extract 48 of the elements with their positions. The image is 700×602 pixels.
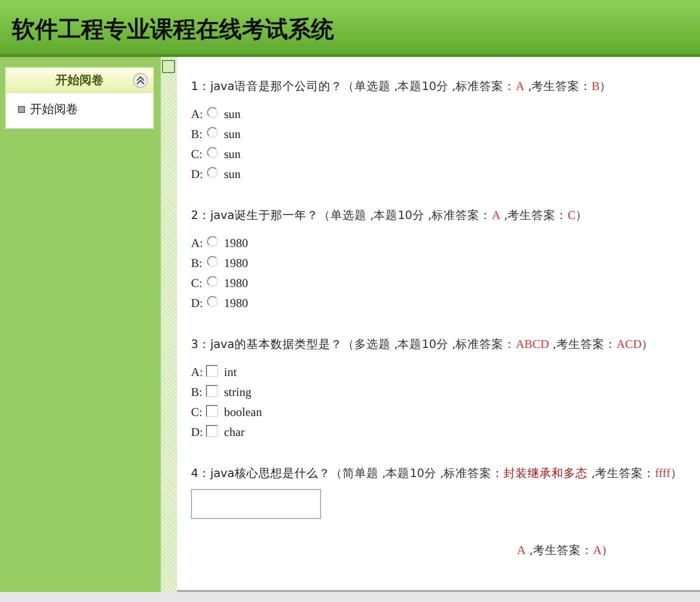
radio-button[interactable]: [207, 106, 218, 118]
option-letter: A:: [191, 106, 204, 122]
question-heading: 2：java诞生于那一年？（单选题 ,本题10分 ,标准答案：A ,考生答案：C）: [191, 207, 589, 223]
option-text: 1980: [224, 256, 248, 270]
option-text: boolean: [224, 404, 262, 420]
option-letter: C:: [191, 276, 204, 290]
option-letter: D:: [191, 424, 204, 440]
radio-button[interactable]: [207, 276, 218, 286]
checkbox[interactable]: [206, 385, 218, 397]
checkbox[interactable]: [206, 365, 218, 377]
splitter-handle[interactable]: [162, 60, 175, 73]
collapse-icon[interactable]: [133, 73, 148, 88]
option-letter: B:: [191, 384, 204, 400]
option-text: 1980: [224, 296, 248, 310]
radio-button[interactable]: [207, 146, 218, 158]
radio-button[interactable]: [207, 236, 218, 246]
radio-button[interactable]: [207, 166, 218, 178]
question-heading: A ,考生答案：A）: [516, 542, 615, 558]
option-letter: C:: [191, 404, 204, 420]
question-heading: 1：java语音是那个公司的？（单选题 ,本题10分 ,标准答案：A ,考生答案：B）: [191, 78, 613, 94]
answer-field[interactable]: [191, 489, 321, 519]
option-letter: D:: [191, 166, 204, 182]
checkbox[interactable]: [206, 405, 218, 417]
option-letter: A:: [191, 364, 204, 380]
option-text: 1980: [224, 236, 248, 250]
option-letter: C:: [191, 146, 204, 162]
app-title: 软件工程专业课程在线考试系统: [10, 16, 335, 45]
radio-button[interactable]: [207, 126, 218, 138]
panel-title: 开始阅卷: [56, 72, 104, 88]
option-text: sun: [224, 166, 241, 182]
option-text: sun: [224, 106, 241, 122]
option-letter: B:: [191, 256, 204, 270]
option-text: sun: [224, 146, 241, 162]
option-text: sun: [224, 126, 241, 142]
bullet-icon: [18, 106, 25, 113]
option-text: char: [224, 424, 245, 440]
question-heading: 4：java核心思想是什么？（简单题 ,本题10分 ,标准答案：封装继承和多态 ,考生答案：ffff）: [191, 465, 684, 481]
radio-button[interactable]: [207, 296, 218, 306]
option-letter: B:: [191, 126, 204, 142]
option-text: int: [224, 364, 237, 380]
option-text: 1980: [224, 276, 248, 290]
menu-item[interactable]: 开始阅卷: [30, 101, 78, 118]
option-letter: A:: [191, 236, 204, 250]
radio-button[interactable]: [207, 256, 218, 266]
question-heading: 3：java的基本数据类型是？（多选题 ,本题10分 ,标准答案：ABCD ,考生答案：ACD）: [191, 336, 655, 352]
option-text: string: [224, 384, 252, 400]
option-letter: D:: [191, 296, 204, 310]
checkbox[interactable]: [206, 425, 218, 437]
